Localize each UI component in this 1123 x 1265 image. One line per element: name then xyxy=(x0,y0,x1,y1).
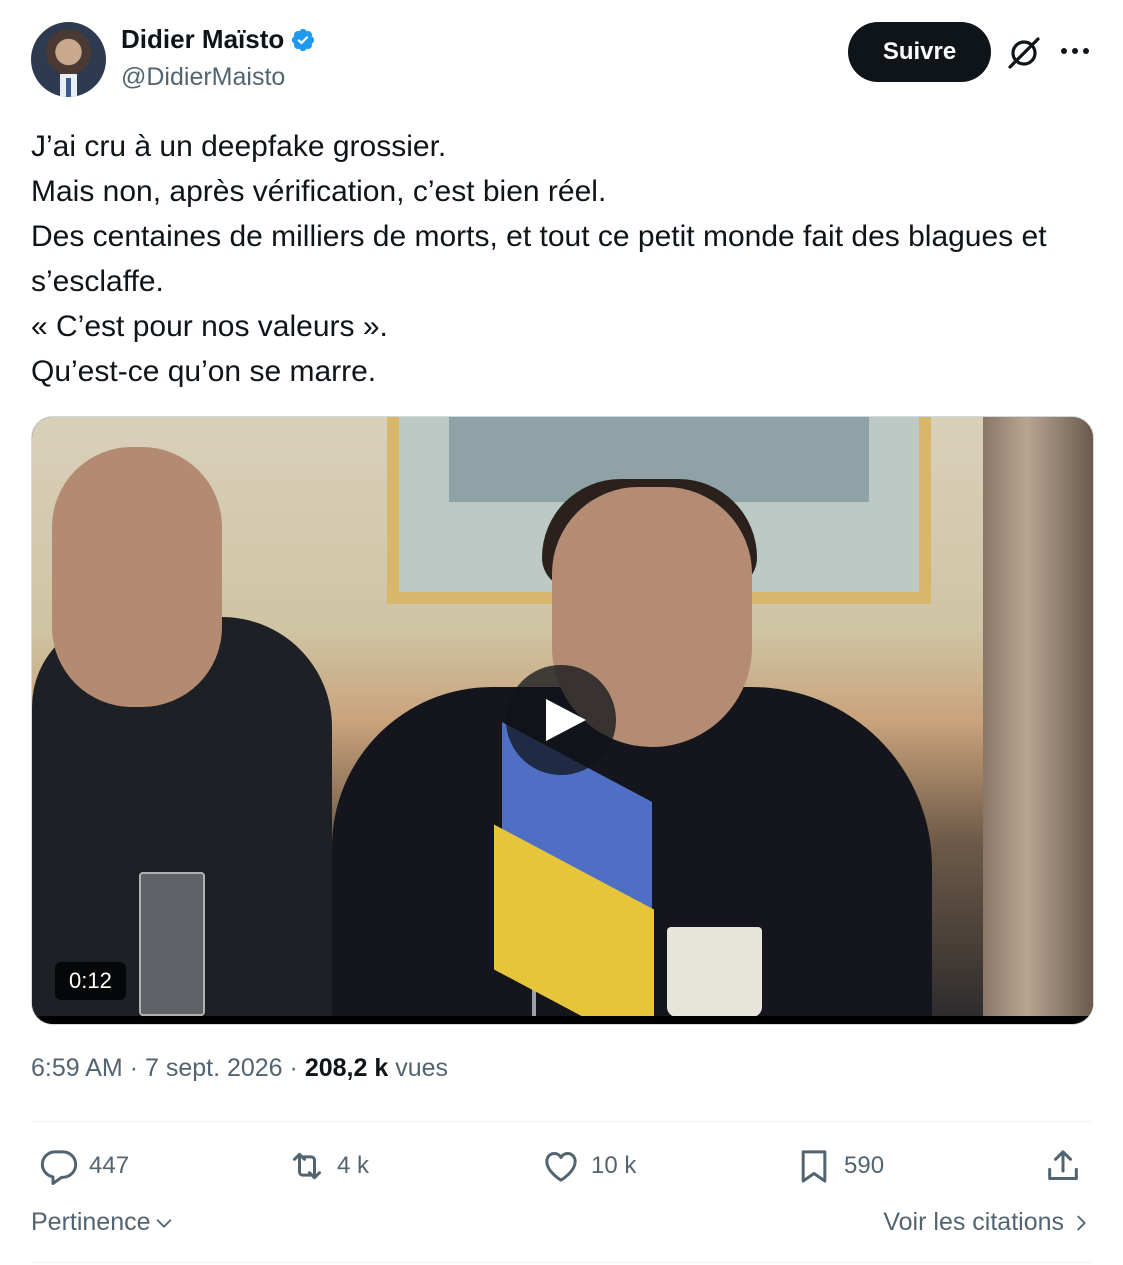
video-curtain xyxy=(983,417,1093,1024)
like-button[interactable]: 10 k xyxy=(541,1146,636,1186)
verified-badge-icon xyxy=(292,28,315,51)
author-name-row: Didier Maïsto xyxy=(121,24,316,55)
reply-icon xyxy=(40,1150,78,1185)
tweet-date[interactable]: 7 sept. 2026 xyxy=(145,1054,283,1082)
video-cup xyxy=(667,927,762,1017)
video-duration: 0:12 xyxy=(55,962,126,1000)
follow-button[interactable]: Suivre xyxy=(848,22,991,82)
grok-icon[interactable] xyxy=(1006,35,1042,71)
video-person-left-head xyxy=(52,447,222,707)
chevron-right-icon xyxy=(1077,1215,1086,1230)
video-glass xyxy=(139,872,205,1016)
video-player[interactable]: 0:12 xyxy=(31,416,1094,1025)
action-bar: 447 4 k 10 k 590 xyxy=(31,1140,1092,1196)
sort-label: Pertinence xyxy=(31,1208,151,1236)
chevron-down-icon xyxy=(156,1218,171,1228)
repost-icon xyxy=(293,1152,321,1180)
share-button[interactable] xyxy=(1043,1146,1083,1186)
heart-icon xyxy=(545,1152,577,1182)
repost-count: 4 k xyxy=(337,1152,370,1179)
tweet-text: J’ai cru à un deepfake grossier. Mais no… xyxy=(31,130,1047,388)
tweet-header: Didier Maïsto @DidierMaisto Suivre xyxy=(31,22,1092,100)
divider-top xyxy=(31,1121,1092,1122)
author-info: Didier Maïsto @DidierMaisto xyxy=(121,24,316,92)
replies-controls: Pertinence Voir les citations xyxy=(31,1208,1092,1248)
views-count: 208,2 k xyxy=(304,1054,389,1082)
bookmark-button[interactable]: 590 xyxy=(794,1146,884,1186)
repost-button[interactable]: 4 k xyxy=(287,1146,369,1186)
avatar[interactable] xyxy=(31,22,106,97)
avatar-tie xyxy=(66,78,71,97)
like-count: 10 k xyxy=(591,1152,637,1179)
video-progress-track xyxy=(32,1016,1093,1024)
play-button[interactable] xyxy=(506,665,616,775)
author-handle[interactable]: @DidierMaisto xyxy=(121,63,316,92)
reply-count: 447 xyxy=(89,1152,130,1179)
view-quotes-label: Voir les citations xyxy=(883,1208,1064,1236)
reply-button[interactable]: 447 xyxy=(39,1146,129,1186)
bookmark-icon xyxy=(801,1150,827,1183)
play-icon xyxy=(546,699,586,741)
tweet-meta: 6:59 AM · 7 sept. 2026 · 208,2 k vues xyxy=(31,1054,448,1083)
divider-bottom xyxy=(31,1262,1092,1263)
sort-dropdown[interactable]: Pertinence xyxy=(31,1208,175,1237)
more-icon[interactable] xyxy=(1060,44,1090,58)
meta-separator: · xyxy=(129,1054,139,1082)
author-name[interactable]: Didier Maïsto xyxy=(121,24,284,55)
views-label: vues xyxy=(395,1054,449,1082)
view-quotes-link[interactable]: Voir les citations xyxy=(883,1208,1092,1237)
bookmark-count: 590 xyxy=(844,1152,885,1179)
meta-separator-2: · xyxy=(289,1054,298,1082)
share-icon xyxy=(1048,1150,1078,1180)
tweet-time[interactable]: 6:59 AM xyxy=(31,1054,123,1082)
